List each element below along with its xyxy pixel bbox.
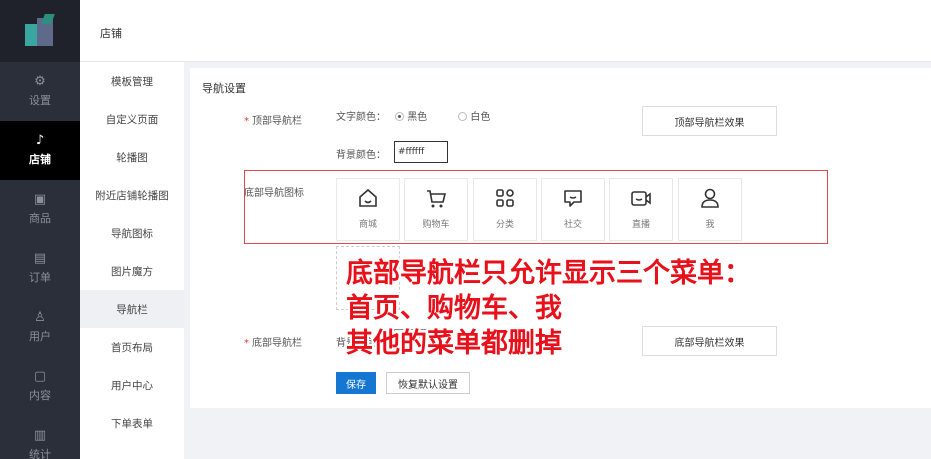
radio-black[interactable]: 黑色 — [395, 112, 427, 123]
radio-white[interactable]: 白色 — [458, 112, 490, 123]
subnav-item-image-cube[interactable]: 图片魔方 — [80, 252, 184, 290]
rail-item-label: 用户 — [29, 330, 51, 343]
rail-item-label: 商品 — [29, 212, 51, 225]
top-bar: 店铺 — [80, 0, 931, 62]
page-background — [184, 410, 931, 459]
nav-icon-mall[interactable]: 商城 — [336, 178, 400, 241]
rail-item-products[interactable]: ▣ 商品 — [0, 180, 80, 239]
nav-icon-category[interactable]: 分类 — [473, 178, 537, 241]
content-icon: ▢ — [33, 369, 47, 384]
reset-default-button[interactable]: 恢复默认设置 — [386, 372, 470, 394]
person-icon — [701, 188, 719, 208]
radio-dot — [395, 112, 405, 121]
left-rail: ⚙ 设置 ♪ 店铺 ▣ 商品 ▤ 订单 ♙ 用户 ▢ 内容 ▥ 统计 — [0, 0, 80, 459]
page-title: 店铺 — [100, 27, 122, 40]
live-icon — [631, 191, 651, 206]
rail-item-label: 设置 — [29, 94, 51, 107]
nav-icon-me[interactable]: 我 — [678, 178, 742, 241]
subnav-item-home-layout[interactable]: 首页布局 — [80, 328, 184, 366]
rail-item-store[interactable]: ♪ 店铺 — [0, 121, 80, 180]
rail-item-label: 店铺 — [29, 153, 51, 166]
top-bg-color-input[interactable]: #ffffff — [394, 141, 448, 163]
annotation-line-1: 底部导航栏只允许显示三个菜单： — [346, 258, 751, 289]
nav-icon-cart[interactable]: 购物车 — [404, 178, 468, 241]
rail-item-label: 内容 — [29, 389, 51, 402]
rail-item-label: 统计 — [29, 448, 51, 459]
text-color-label: 文字颜色： — [336, 112, 386, 123]
subnav-item-nearby-carousel[interactable]: 附近店铺轮播图 — [80, 176, 184, 214]
section-title: 导航设置 — [202, 82, 246, 95]
category-icon — [496, 189, 514, 207]
subnav-item-navbar[interactable]: 导航栏 — [80, 290, 184, 328]
bottom-nav-label: * 底部导航栏 — [244, 338, 302, 349]
red-annotation: 底部导航栏只允许显示三个菜单： 首页、购物车、我 其他的菜单都删掉 — [346, 256, 751, 361]
rail-item-stats[interactable]: ▥ 统计 — [0, 416, 80, 459]
top-nav-preview-button[interactable]: 顶部导航栏效果 — [642, 106, 777, 136]
logo-icon — [23, 14, 57, 48]
tiktok-icon: ♪ — [35, 133, 45, 148]
subnav-item-templates[interactable]: 模板管理 — [80, 62, 184, 100]
top-nav-label: * 顶部导航栏 — [244, 116, 302, 127]
annotation-line-3: 其他的菜单都删掉 — [346, 328, 562, 359]
gear-icon: ⚙ — [34, 74, 46, 89]
rail-item-orders[interactable]: ▤ 订单 — [0, 239, 80, 298]
subnav-item-custom-page[interactable]: 自定义页面 — [80, 100, 184, 138]
rail-item-settings[interactable]: ⚙ 设置 — [0, 62, 80, 121]
nav-icon-social[interactable]: 社交 — [541, 178, 605, 241]
rail-item-content[interactable]: ▢ 内容 — [0, 357, 80, 416]
cart-icon — [427, 190, 447, 208]
annotation-line-2: 首页、购物车、我 — [346, 293, 562, 324]
radio-dot — [458, 112, 468, 121]
rail-item-label: 订单 — [29, 271, 51, 284]
chart-icon: ▥ — [33, 428, 47, 443]
bottom-icons-label: 底部导航图标 — [244, 188, 304, 199]
subnav-item-nav-icons[interactable]: 导航图标 — [80, 214, 184, 252]
sub-nav: 模板管理 自定义页面 轮播图 附近店铺轮播图 导航图标 图片魔方 导航栏 首页布… — [80, 62, 184, 459]
user-icon: ♙ — [34, 310, 46, 325]
subnav-item-carousel[interactable]: 轮播图 — [80, 138, 184, 176]
bag-icon: ▣ — [33, 192, 47, 207]
app-logo — [0, 0, 80, 62]
home-icon — [359, 188, 377, 207]
text-color-row: 文字颜色： 黑色 白色 — [336, 108, 490, 123]
list-icon: ▤ — [33, 251, 47, 266]
subnav-item-user-center[interactable]: 用户中心 — [80, 366, 184, 404]
save-button[interactable]: 保存 — [336, 372, 376, 394]
rail-item-users[interactable]: ♙ 用户 — [0, 298, 80, 357]
nav-icon-live[interactable]: 直播 — [609, 178, 673, 241]
chat-icon — [564, 190, 582, 207]
subnav-item-order-form[interactable]: 下单表单 — [80, 404, 184, 442]
top-bg-color-label: 背景颜色： — [336, 150, 386, 161]
